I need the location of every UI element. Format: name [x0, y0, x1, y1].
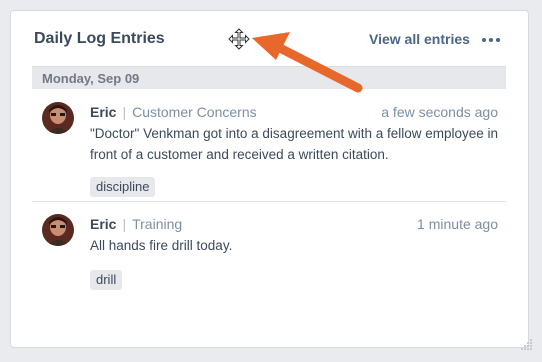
dot: [489, 38, 493, 42]
entry-meta: Eric | Customer Concerns: [90, 104, 257, 120]
entry-author: Eric: [90, 216, 117, 232]
entry-text: All hands fire drill today.: [90, 238, 233, 253]
meta-separator: |: [122, 216, 127, 232]
avatar-image: [42, 214, 74, 246]
entry-text: "Doctor" Venkman got into a disagreement…: [90, 126, 499, 162]
resize-grip-icon[interactable]: [519, 337, 533, 351]
log-entry[interactable]: Eric | Customer Concerns a few seconds ago…: [32, 89, 506, 202]
entry-timestamp: 1 minute ago: [417, 216, 498, 232]
avatar: [42, 214, 74, 246]
widget-title: Daily Log Entries: [34, 30, 165, 47]
entry-tag[interactable]: discipline: [90, 177, 156, 197]
view-all-entries-link[interactable]: View all entries: [369, 31, 470, 47]
entry-tag[interactable]: drill: [90, 270, 123, 290]
entry-category: Customer Concerns: [132, 104, 257, 120]
entry-author: Eric: [90, 104, 117, 120]
date-group-label: Monday, Sep 09: [42, 71, 140, 86]
entry-timestamp: a few seconds ago: [381, 104, 498, 120]
avatar: [42, 102, 74, 134]
annotation-arrow-icon: [252, 32, 363, 93]
dot: [496, 38, 500, 42]
avatar-image: [42, 102, 74, 134]
more-options-icon[interactable]: [482, 38, 500, 42]
entry-meta: Eric | Training: [90, 216, 182, 232]
dot: [482, 38, 486, 42]
log-entry[interactable]: Eric | Training 1 minute ago All hands fir…: [32, 202, 506, 292]
entry-category: Training: [132, 216, 183, 232]
meta-separator: |: [122, 104, 127, 120]
